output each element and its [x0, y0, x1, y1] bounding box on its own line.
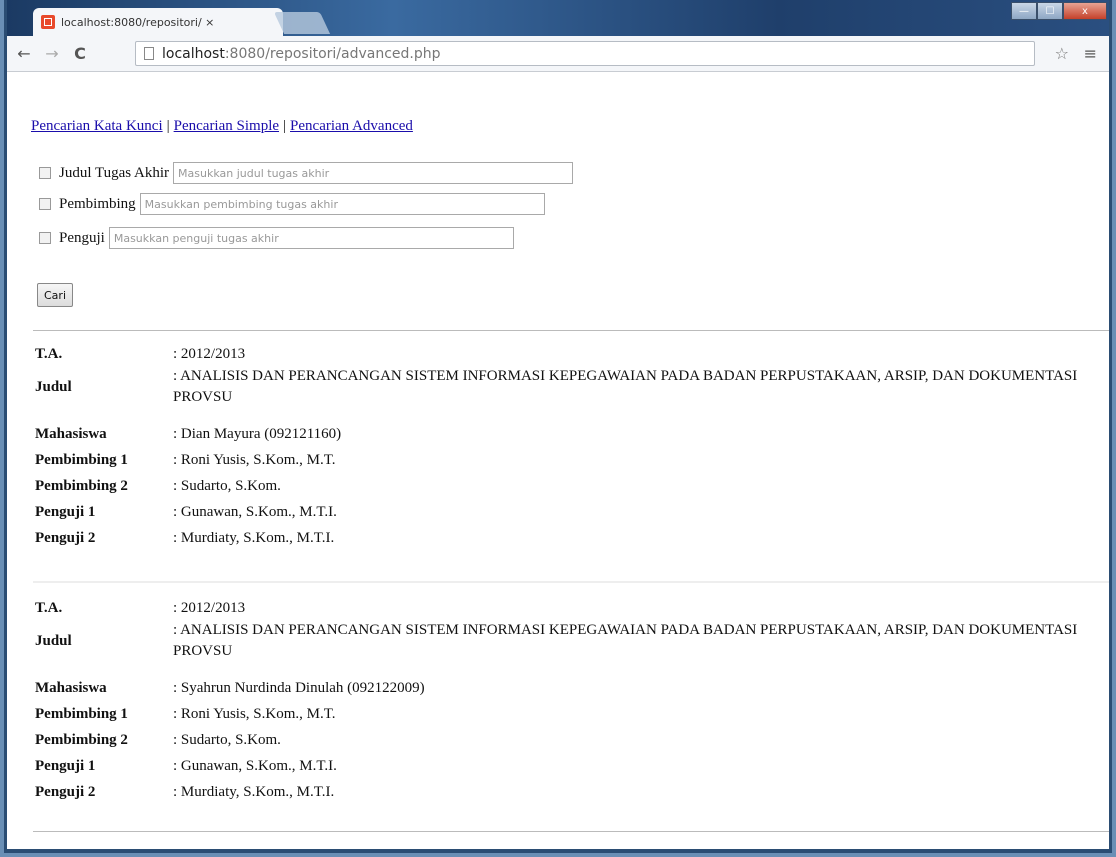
result-row: Judul : ANALISIS DAN PERANCANGAN SISTEM … — [35, 366, 1105, 408]
search-button[interactable]: Cari — [37, 283, 73, 307]
pembimbing-input[interactable] — [139, 193, 545, 215]
minimize-button[interactable]: — — [1011, 2, 1037, 20]
bookmark-star-icon[interactable]: ☆ — [1055, 44, 1069, 63]
address-bar[interactable]: localhost:8080/repositori/advanced.php — [135, 41, 1035, 66]
link-keyword-search[interactable]: Pencarian Kata Kunci — [31, 118, 163, 134]
row-label: Penguji 1 — [35, 504, 96, 520]
tab-title: localhost:8080/repositori/ × — [61, 15, 215, 29]
field-row-pembimbing: Pembimbing — [39, 193, 545, 215]
result-row: Pembimbing 2 : Sudarto, S.Kom. — [35, 730, 1105, 751]
row-value: : Roni Yusis, S.Kom., M.T. — [173, 706, 336, 722]
url-host: localhost — [162, 45, 225, 62]
reload-icon[interactable]: C — [69, 44, 91, 63]
result-row: Penguji 1 : Gunawan, S.Kom., M.T.I. — [35, 756, 1105, 777]
row-value: : Dian Mayura (092121160) — [173, 426, 342, 442]
row-label: Mahasiswa — [35, 426, 107, 442]
row-value: : Sudarto, S.Kom. — [173, 732, 281, 748]
divider — [33, 831, 1109, 832]
label-judul: Judul Tugas Akhir — [59, 164, 170, 181]
field-row-judul: Judul Tugas Akhir — [39, 162, 574, 184]
checkbox-penguji[interactable] — [39, 232, 51, 244]
row-value: : Sudarto, S.Kom. — [173, 478, 281, 494]
browser-toolbar: ← → C localhost:8080/repositori/advanced… — [7, 36, 1109, 72]
field-row-penguji: Penguji — [39, 227, 514, 249]
row-value: : Roni Yusis, S.Kom., M.T. — [173, 452, 336, 468]
result-row: Mahasiswa : Dian Mayura (092121160) — [35, 424, 1105, 445]
penguji-input[interactable] — [108, 227, 514, 249]
row-label: Penguji 2 — [35, 784, 96, 800]
result-row: Pembimbing 2 : Sudarto, S.Kom. — [35, 476, 1105, 497]
judul-input[interactable] — [173, 162, 574, 184]
favicon-icon — [41, 15, 55, 29]
row-value: : 2012/2013 — [173, 600, 246, 616]
link-simple-search[interactable]: Pencarian Simple — [174, 118, 279, 134]
result-row: Penguji 2 : Murdiaty, S.Kom., M.T.I. — [35, 528, 1105, 549]
row-label: Pembimbing 1 — [35, 452, 128, 468]
search-mode-links: Pencarian Kata Kunci | Pencarian Simple | Pe… — [31, 118, 413, 135]
row-value: : Gunawan, S.Kom., M.T.I. — [173, 504, 337, 520]
url-path: :8080/repositori/advanced.php — [224, 45, 441, 62]
row-value: : Gunawan, S.Kom., M.T.I. — [173, 758, 337, 774]
page-icon — [144, 47, 154, 60]
row-value: : ANALISIS DAN PERANCANGAN SISTEM INFORM… — [173, 368, 1078, 405]
row-value: : ANALISIS DAN PERANCANGAN SISTEM INFORM… — [173, 622, 1078, 659]
row-value: : 2012/2013 — [173, 346, 246, 362]
page-content: Pencarian Kata Kunci | Pencarian Simple | Pe… — [7, 72, 1109, 849]
result-row: Pembimbing 1 : Roni Yusis, S.Kom., M.T. — [35, 450, 1105, 471]
window-controls: — ☐ x — [1011, 2, 1107, 20]
maximize-button[interactable]: ☐ — [1037, 2, 1063, 20]
row-value: : Syahrun Nurdinda Dinulah (092122009) — [173, 680, 425, 696]
row-label: Pembimbing 2 — [35, 732, 128, 748]
close-window-button[interactable]: x — [1063, 2, 1107, 20]
checkbox-pembimbing[interactable] — [39, 198, 51, 210]
result-row: T.A. : 2012/2013 — [35, 598, 1105, 619]
row-label: Pembimbing 2 — [35, 478, 128, 494]
back-arrow-icon[interactable]: ← — [13, 44, 35, 63]
row-label: Judul — [35, 378, 72, 395]
label-penguji: Penguji — [59, 229, 105, 246]
row-label: Judul — [35, 632, 72, 649]
result-row: Penguji 1 : Gunawan, S.Kom., M.T.I. — [35, 502, 1105, 523]
checkbox-judul[interactable] — [39, 167, 51, 179]
label-pembimbing: Pembimbing — [59, 195, 136, 212]
row-label: Mahasiswa — [35, 680, 107, 696]
row-value: : Murdiaty, S.Kom., M.T.I. — [173, 784, 335, 800]
new-tab-button[interactable] — [273, 12, 331, 34]
row-label: T.A. — [35, 346, 63, 362]
result-row: Penguji 2 : Murdiaty, S.Kom., M.T.I. — [35, 782, 1105, 803]
result-row: T.A. : 2012/2013 — [35, 344, 1105, 365]
row-label: Pembimbing 1 — [35, 706, 128, 722]
result-row: Judul : ANALISIS DAN PERANCANGAN SISTEM … — [35, 620, 1105, 662]
row-label: T.A. — [35, 600, 63, 616]
divider — [33, 330, 1109, 331]
link-advanced-search[interactable]: Pencarian Advanced — [290, 118, 413, 134]
result-row: Pembimbing 1 : Roni Yusis, S.Kom., M.T. — [35, 704, 1105, 725]
browser-tab[interactable]: localhost:8080/repositori/ × — [33, 8, 283, 36]
title-bar: localhost:8080/repositori/ × — ☐ x — [7, 0, 1109, 36]
link-separator: | — [283, 118, 287, 134]
menu-icon[interactable]: ≡ — [1084, 44, 1097, 63]
row-label: Penguji 2 — [35, 530, 96, 546]
row-label: Penguji 1 — [35, 758, 96, 774]
forward-arrow-icon[interactable]: → — [41, 44, 63, 63]
divider — [33, 581, 1109, 583]
browser-window: localhost:8080/repositori/ × — ☐ x ← → C… — [4, 0, 1112, 853]
result-row: Mahasiswa : Syahrun Nurdinda Dinulah (09… — [35, 678, 1105, 699]
link-separator: | — [166, 118, 170, 134]
row-value: : Murdiaty, S.Kom., M.T.I. — [173, 530, 335, 546]
